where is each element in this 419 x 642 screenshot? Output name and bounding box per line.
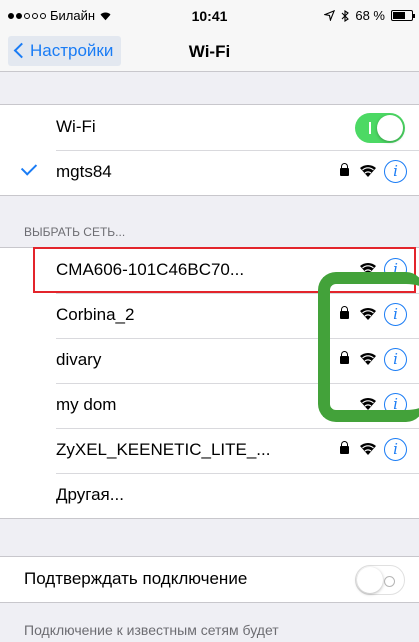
network-name: divary [56, 350, 102, 369]
lock-icon [340, 441, 349, 454]
network-name: my dom [56, 395, 117, 414]
lock-icon [340, 163, 349, 176]
green-highlight-bracket [318, 272, 419, 422]
footer-note: Подключение к известным сетям будет [24, 622, 279, 638]
wifi-group: Wi-Fi mgts84 i [0, 104, 419, 196]
other-network-label: Другая... [56, 485, 124, 504]
status-bar: Билайн 10:41 68 % [0, 0, 419, 32]
network-name: Corbina_2 [56, 305, 135, 324]
bluetooth-icon [341, 9, 350, 22]
location-icon [324, 10, 336, 21]
battery-fill [393, 12, 406, 19]
navigation-bar: Настройки Wi-Fi [0, 32, 419, 72]
ask-to-join-row: Подтверждать подключение [0, 557, 419, 602]
info-icon[interactable]: i [384, 438, 407, 461]
checkmark-icon [20, 159, 38, 176]
page-title: Wi-Fi [188, 42, 231, 61]
battery-icon [391, 10, 415, 21]
info-icon[interactable]: i [384, 160, 407, 183]
wifi-icon [360, 442, 376, 455]
wifi-icon [360, 164, 376, 177]
other-network-row[interactable]: Другая... [0, 473, 419, 518]
status-right: 68 % [324, 8, 415, 23]
network-name: ZyXEL_KEENETIC_LITE_... [56, 440, 271, 459]
ask-to-join-switch[interactable] [355, 565, 405, 595]
wifi-toggle-row: Wi-Fi [0, 105, 419, 150]
connected-network-name: mgts84 [56, 162, 112, 181]
ask-to-join-group: Подтверждать подключение [0, 556, 419, 603]
section-header: ВЫБРАТЬ СЕТЬ... [24, 225, 126, 239]
connected-network-row[interactable]: mgts84 i [0, 150, 419, 195]
wifi-toggle-switch[interactable] [355, 113, 405, 143]
battery-percent: 68 % [355, 8, 385, 23]
wifi-toggle-label: Wi-Fi [56, 117, 96, 136]
ask-to-join-label: Подтверждать подключение [24, 569, 248, 588]
network-row-4[interactable]: ZyXEL_KEENETIC_LITE_... i [0, 428, 419, 473]
